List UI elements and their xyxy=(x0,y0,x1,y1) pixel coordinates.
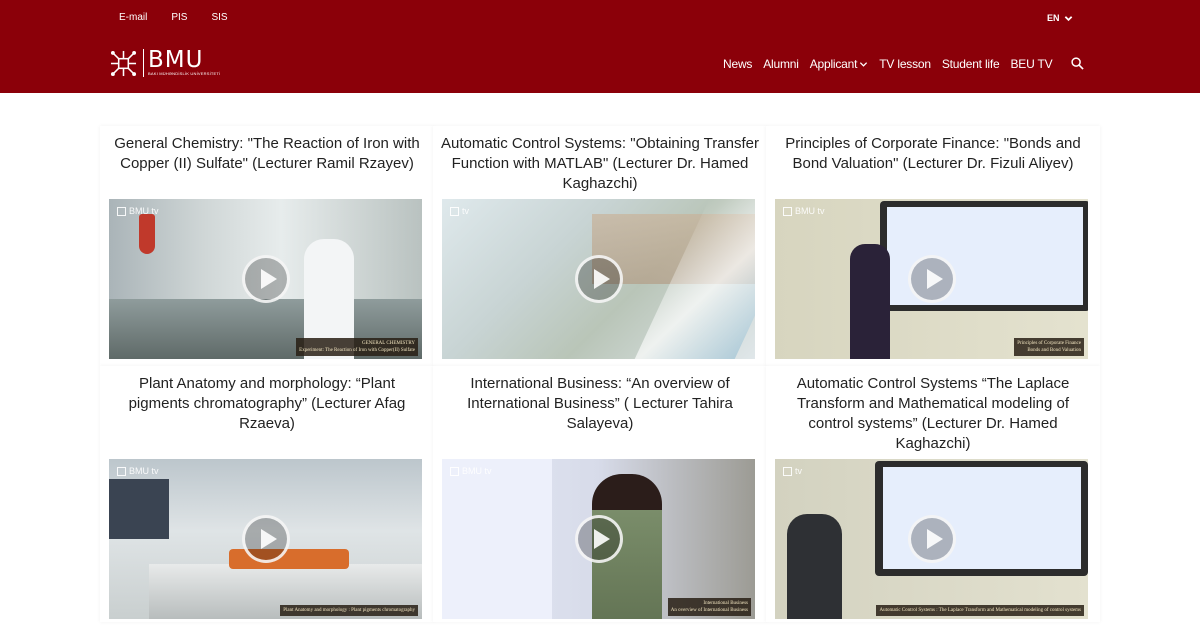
logo-divider xyxy=(143,49,144,77)
video-caption: Plant Anatomy and morphology : Plant pig… xyxy=(280,605,418,616)
video-card[interactable]: Principles of Corporate Finance: "Bonds … xyxy=(766,126,1100,366)
lab-cabinet-shape xyxy=(109,479,169,539)
language-label: EN xyxy=(1047,13,1060,23)
nav-item-applicant-label: Applicant xyxy=(809,57,858,71)
play-button[interactable] xyxy=(908,255,956,303)
chevron-down-icon xyxy=(860,61,868,67)
channel-watermark: tv xyxy=(783,466,802,476)
video-card[interactable]: Automatic Control Systems: "Obtaining Tr… xyxy=(433,126,767,366)
play-icon xyxy=(927,529,943,549)
video-title[interactable]: Principles of Corporate Finance: "Bonds … xyxy=(766,134,1100,174)
play-icon xyxy=(261,269,277,289)
channel-watermark: BMU tv xyxy=(783,206,825,216)
video-card[interactable]: General Chemistry: "The Reaction of Iron… xyxy=(100,126,434,366)
lab-flask-shape xyxy=(139,214,155,254)
play-button[interactable] xyxy=(908,515,956,563)
play-button[interactable] xyxy=(242,255,290,303)
chevron-down-icon xyxy=(1064,15,1072,21)
nav-item-tv-lesson[interactable]: TV lesson xyxy=(879,57,931,71)
video-thumbnail[interactable]: tv xyxy=(442,199,755,359)
channel-watermark: BMU tv xyxy=(117,206,159,216)
play-button[interactable] xyxy=(242,515,290,563)
logo-emblem-icon xyxy=(110,50,137,76)
video-caption: Principles of Corporate Finance Bonds an… xyxy=(1014,338,1084,356)
video-title[interactable]: International Business: “An overview of … xyxy=(433,374,767,434)
logo-subtitle: BAKI MÜHƏNDİSLİK UNİVERSİTETİ xyxy=(148,71,221,76)
video-thumbnail[interactable]: BMU tv International Business An overvie… xyxy=(442,459,755,619)
video-caption: Automatic Control Systems : The Laplace … xyxy=(876,605,1084,616)
play-icon xyxy=(927,269,943,289)
video-title[interactable]: Automatic Control Systems: "Obtaining Tr… xyxy=(433,134,767,194)
sis-link[interactable]: SIS xyxy=(211,12,227,24)
main-nav: News Alumni Applicant TV lesson Student … xyxy=(723,57,1063,71)
video-title[interactable]: General Chemistry: "The Reaction of Iron… xyxy=(100,134,434,174)
video-title[interactable]: Plant Anatomy and morphology: “Plant pig… xyxy=(100,374,434,434)
play-icon xyxy=(594,269,610,289)
channel-watermark: tv xyxy=(450,206,469,216)
play-button[interactable] xyxy=(575,515,623,563)
email-link[interactable]: E-mail xyxy=(119,12,147,24)
play-button[interactable] xyxy=(575,255,623,303)
projection-screen-shape xyxy=(442,459,552,619)
lecturer-figure-shape xyxy=(850,244,890,359)
nav-item-student-life[interactable]: Student life xyxy=(942,57,1000,71)
video-card[interactable]: International Business: “An overview of … xyxy=(433,366,767,622)
logo-word: BMU xyxy=(148,47,204,73)
nav-item-beu-tv[interactable]: BEU TV xyxy=(1011,57,1053,71)
video-caption: International Business An overview of In… xyxy=(667,598,751,616)
video-thumbnail[interactable]: tv Automatic Control Systems : The Lapla… xyxy=(775,459,1088,619)
site-header: E-mail PIS SIS EN BMU BAKI MÜHƏNDİSLİK U… xyxy=(0,0,1200,93)
nav-item-alumni[interactable]: Alumni xyxy=(763,57,799,71)
pis-link[interactable]: PIS xyxy=(171,12,187,24)
play-icon xyxy=(594,529,610,549)
video-thumbnail[interactable]: BMU tv GENERAL CHEMISTRY Experiment: The… xyxy=(109,199,422,359)
top-links: E-mail PIS SIS xyxy=(119,12,252,24)
video-card[interactable]: Plant Anatomy and morphology: “Plant pig… xyxy=(100,366,434,622)
channel-watermark: BMU tv xyxy=(117,466,159,476)
video-thumbnail[interactable]: BMU tv Plant Anatomy and morphology : Pl… xyxy=(109,459,422,619)
video-card[interactable]: Automatic Control Systems “The Laplace T… xyxy=(766,366,1100,622)
channel-watermark: BMU tv xyxy=(450,466,492,476)
video-caption: GENERAL CHEMISTRY Experiment: The Reacti… xyxy=(296,338,418,356)
language-selector[interactable]: EN xyxy=(1047,12,1073,24)
university-logo[interactable]: BMU BAKI MÜHƏNDİSLİK UNİVERSİTETİ xyxy=(110,49,220,77)
video-thumbnail[interactable]: BMU tv Principles of Corporate Finance B… xyxy=(775,199,1088,359)
nav-item-applicant[interactable]: Applicant xyxy=(810,57,869,71)
nav-item-news[interactable]: News xyxy=(723,57,752,71)
play-icon xyxy=(261,529,277,549)
search-icon[interactable] xyxy=(1071,57,1084,70)
lecturer-figure-shape xyxy=(787,514,842,619)
video-title[interactable]: Automatic Control Systems “The Laplace T… xyxy=(766,374,1100,454)
logo-text: BMU BAKI MÜHƏNDİSLİK UNİVERSİTETİ xyxy=(148,49,220,77)
